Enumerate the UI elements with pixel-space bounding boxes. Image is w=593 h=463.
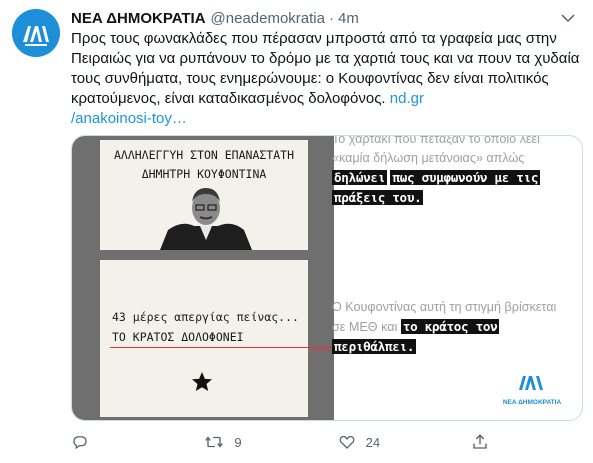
retweet-icon [205,436,224,448]
tweet-text: Προς τους φωνακλάδες που πέρασαν μπροστά… [71,29,583,129]
red-pointer-line [110,347,346,348]
tweet-body: Προς τους φωνακλάδες που πέρασαν μπροστά… [71,30,580,107]
more-options-button[interactable] [555,5,581,31]
tweet-header: ΝΕΑ ΔΗΜΟΚΡΑΤΙΑ @neademokratia · 4m [71,8,581,28]
caption-bottom-highlight-2: περιθάλπει. [332,339,417,354]
like-count: 24 [365,434,381,450]
user-handle[interactable]: @neademokratia [211,10,325,27]
tweet-link-part1[interactable]: nd.gr [390,90,424,107]
portrait-photo [160,188,252,250]
brand-logo: ΝΕΑ ΔΗΜΟΚΡΑΤΙΑ [502,374,562,406]
caption-top-highlight-3: πράξεις του. [332,190,424,205]
tweet-image[interactable]: ΑΛΛΗΛΕΓΓΥΗ ΣΤΟΝ ΕΠΑΝΑΣΤΑΤΗ ΔΗΜΗΤΡΗ ΚΟΥΦΟ… [71,135,583,421]
separator-dot: · [329,9,334,27]
caption-bottom-highlight-1: το κράτος τον [400,319,500,334]
chevron-down-icon [561,14,575,23]
leaflet-line-2: ΔΗΜΗΤΡΗ ΚΟΥΦΟΝΤΙΝΑ [141,167,267,181]
caption-top-highlight-1: δηλώνει [332,170,387,185]
leaflet-card-bottom: 43 μέρες απεργίας πείνας... ΤΟ ΚΡΑΤΟΣ ΔΟ… [100,260,346,417]
tweet-link-part2[interactable]: /anakoinosi-toy… [71,110,187,127]
leaflet-line-1: ΑΛΛΗΛΕΓΓΥΗ ΣΤΟΝ ΕΠΑΝΑΣΤΑΤΗ [113,148,294,162]
retweet-count: 9 [234,434,242,450]
timestamp[interactable]: 4m [338,10,359,27]
like-button[interactable]: 24 [338,432,438,452]
display-name[interactable]: ΝΕΑ ΔΗΜΟΚΡΑΤΙΑ [71,10,206,27]
share-icon [473,434,487,449]
caption-bottom: Ο Κουφοντίνας αυτή τη στιγμή βρίσκεται σ… [332,298,562,357]
retweet-button[interactable]: 9 [204,432,304,452]
caption-top: Το χαρτάκι που πέταξαν το οποίο λέει «κα… [332,135,552,208]
heart-icon [339,435,355,449]
avatar[interactable] [12,9,60,57]
nd-brand-icon [519,376,543,390]
caption-top-highlight-2: πως συμφωνούν με τις [390,170,541,185]
star-icon [192,372,212,391]
leaflet-card-top: ΑΛΛΗΛΕΓΓΥΗ ΣΤΟΝ ΕΠΑΝΑΣΤΑΤΗ ΔΗΜΗΤΡΗ ΚΟΥΦΟ… [100,140,308,250]
leaflet-line-3: 43 μέρες απεργίας πείνας... [112,310,299,324]
nd-logo-icon [12,9,60,57]
reply-icon [73,436,87,450]
brand-name: ΝΕΑ ΔΗΜΟΚΡΑΤΙΑ [502,399,562,406]
caption-top-grey: Το χαρτάκι που πέταξαν το οποίο λέει «κα… [332,135,540,165]
tweet-actions: 9 24 [71,432,501,452]
reply-button[interactable] [71,432,171,452]
share-button[interactable] [471,432,501,452]
leaflet-line-4: ΤΟ ΚΡΑΤΟΣ ΔΟΛΟΦΟΝΕΙ [112,330,244,344]
